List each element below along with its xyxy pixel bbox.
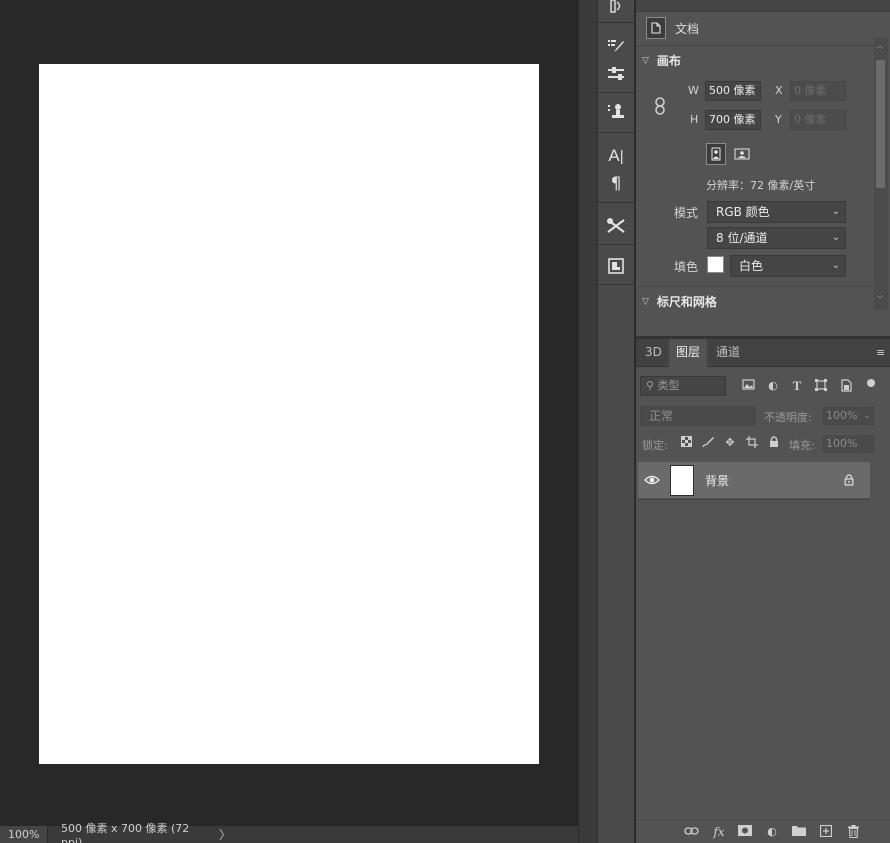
chevron-down-icon: ⌄	[831, 232, 840, 243]
scroll-up-icon[interactable]: ︿	[876, 40, 884, 51]
chevron-down-icon: ▽	[642, 55, 649, 66]
y-label: Y	[775, 113, 782, 126]
panel-icon-strip: A | ¶	[597, 0, 636, 843]
tab-channels[interactable]: 通道	[709, 339, 747, 367]
adjustments-icon[interactable]	[604, 62, 628, 86]
x-field[interactable]: 0 像素	[790, 81, 846, 101]
right-panel-dock: 文档 ▽ 画布 W 500 像素 X 0 像素 H 700 像素 Y 0 像素 …	[636, 0, 890, 843]
chevron-down-icon: ⌄	[831, 206, 840, 217]
properties-scrollbar[interactable]: ︿ ﹀	[874, 38, 888, 310]
bit-depth-value: 8 位/通道	[716, 231, 768, 245]
status-bar: 100% 500 像素 x 700 像素 (72 ppi) 〉	[0, 822, 578, 843]
document-properties-row: 文档	[646, 17, 699, 39]
resolution-text: 分辨率：72 像素/英寸	[706, 179, 816, 192]
adjustment-layer-icon[interactable]: ◐	[764, 825, 780, 839]
character-icon[interactable]: A |	[604, 144, 628, 168]
mask-icon[interactable]	[737, 825, 753, 839]
shape-filter-icon[interactable]	[814, 379, 828, 393]
layers-panel: 3D 图层 通道 ≡ ⚲ 类型 ◐ T 正常 不透明度: 100% ⌄ 锁定:	[636, 336, 890, 843]
brush-presets-icon[interactable]	[604, 34, 628, 58]
document-label: 文档	[675, 21, 700, 36]
layer-filter-kind[interactable]: ⚲ 类型	[640, 376, 726, 396]
layer-lock-icon	[844, 474, 856, 486]
portrait-orientation-button[interactable]	[706, 143, 726, 165]
layers-panel-footer: fx ◐	[636, 820, 890, 843]
image-filter-icon[interactable]	[741, 379, 755, 393]
layers-panel-tabs: 3D 图层 通道 ≡	[636, 339, 890, 367]
tool-presets-icon[interactable]	[604, 214, 628, 238]
filter-kind-text: 类型	[657, 379, 680, 392]
paragraph-icon[interactable]: ¶	[604, 172, 628, 196]
opacity-label: 不透明度:	[764, 411, 812, 424]
trash-icon[interactable]	[845, 825, 861, 839]
tab-3d[interactable]: 3D	[638, 339, 669, 367]
width-field[interactable]: 500 像素	[705, 81, 761, 101]
rulers-grids-section-title: 标尺和网格	[656, 295, 717, 309]
opacity-field[interactable]: 100%	[823, 407, 859, 425]
fx-icon[interactable]: fx	[711, 825, 727, 839]
opacity-dropdown-arrow[interactable]: ⌄	[860, 407, 874, 425]
fill-label: 填充:	[789, 439, 815, 452]
lock-all-icon[interactable]	[767, 436, 781, 450]
panel-menu-icon[interactable]: ≡	[876, 347, 888, 358]
layer-name[interactable]: 背景	[705, 472, 729, 489]
y-field[interactable]: 0 像素	[790, 110, 846, 130]
canvas-area[interactable]	[0, 0, 578, 826]
document-icon	[646, 17, 666, 39]
color-mode-dropdown[interactable]: RGB 颜色 ⌄	[707, 201, 846, 223]
rulers-grids-section-header[interactable]: ▽ 标尺和网格	[642, 293, 717, 310]
chevron-down-icon: ⌄	[831, 260, 840, 271]
canvas-section-title: 画布	[656, 54, 681, 68]
libraries-icon[interactable]	[604, 254, 628, 278]
lock-artboard-icon[interactable]	[745, 436, 759, 450]
smart-object-filter-icon[interactable]	[839, 379, 853, 393]
landscape-orientation-button[interactable]	[733, 145, 751, 163]
tab-layers[interactable]: 图层	[669, 339, 708, 367]
fill-label: 填色	[674, 260, 699, 274]
canvas-section-header[interactable]: ▽ 画布	[642, 52, 681, 69]
width-label: W	[688, 84, 699, 97]
group-folder-icon[interactable]	[791, 825, 807, 839]
scroll-down-icon[interactable]: ﹀	[876, 294, 884, 305]
eye-visibility-icon[interactable]	[644, 473, 660, 487]
fill-dropdown[interactable]: 白色 ⌄	[730, 255, 846, 277]
x-label: X	[775, 84, 783, 97]
blend-mode-dropdown[interactable]: 正常	[640, 406, 756, 426]
link-layers-icon[interactable]	[683, 825, 699, 839]
properties-panel-header[interactable]	[636, 0, 890, 12]
layer-thumbnail	[670, 465, 694, 496]
document-info: 500 像素 x 700 像素 (72 ppi)	[61, 822, 190, 843]
height-field[interactable]: 700 像素	[705, 110, 761, 130]
properties-panel: 文档 ▽ 画布 W 500 像素 X 0 像素 H 700 像素 Y 0 像素 …	[636, 0, 890, 333]
status-menu-arrow[interactable]: 〉	[213, 826, 231, 843]
color-mode-value: RGB 颜色	[716, 205, 770, 219]
history-icon[interactable]	[604, 0, 628, 18]
lock-position-icon[interactable]: ✥	[723, 436, 737, 450]
filter-toggle-icon[interactable]	[867, 379, 875, 387]
height-label: H	[690, 113, 699, 126]
scrollbar-thumb[interactable]	[876, 60, 885, 188]
fill-color-swatch[interactable]	[707, 256, 724, 273]
panel-gutter	[578, 0, 597, 843]
clone-source-icon[interactable]	[604, 100, 628, 124]
document-canvas[interactable]	[39, 64, 539, 764]
new-layer-icon[interactable]	[818, 824, 834, 839]
chevron-down-icon: ▽	[642, 296, 649, 307]
lock-image-pixels-icon[interactable]	[701, 436, 715, 450]
search-icon: ⚲	[646, 379, 658, 392]
type-filter-icon[interactable]: T	[790, 379, 804, 393]
lock-transparent-pixels-icon[interactable]	[679, 436, 693, 450]
fill-value: 白色	[739, 259, 764, 273]
lock-label: 锁定:	[642, 439, 668, 452]
bit-depth-dropdown[interactable]: 8 位/通道 ⌄	[707, 227, 846, 249]
adjustment-filter-icon[interactable]: ◐	[766, 379, 780, 393]
link-dimensions-icon[interactable]	[654, 97, 666, 115]
fill-field[interactable]: 100%	[823, 435, 859, 453]
layer-row-background[interactable]: 背景	[638, 462, 870, 498]
zoom-field[interactable]: 100%	[0, 826, 48, 843]
fill-dropdown-arrow[interactable]	[860, 435, 874, 453]
mode-label: 模式	[674, 206, 699, 220]
